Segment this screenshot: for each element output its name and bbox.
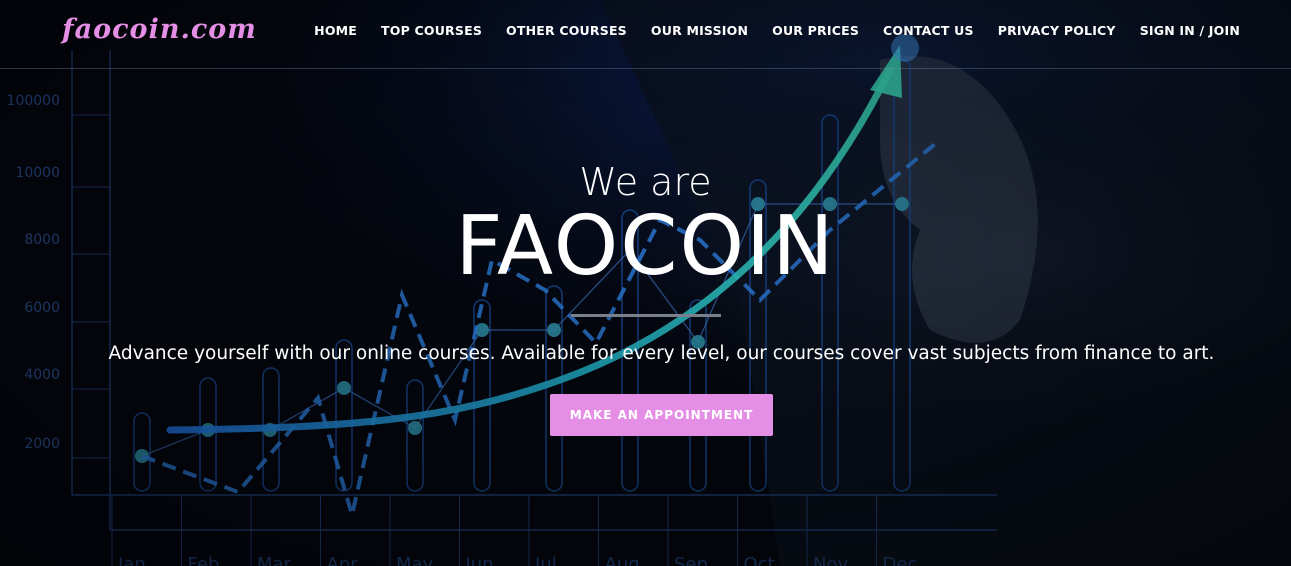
hero-section: We are FAOCOIN [0, 160, 1291, 317]
nav-privacy-policy[interactable]: PRIVACY POLICY [998, 23, 1116, 38]
hero-pre-title: We are [579, 160, 712, 204]
nav-our-prices[interactable]: OUR PRICES [772, 23, 859, 38]
nav-other-courses[interactable]: OTHER COURSES [506, 23, 627, 38]
nav-home[interactable]: HOME [314, 23, 357, 38]
site-logo[interactable]: faocoin.com [62, 14, 257, 45]
nav-sign-in-join[interactable]: SIGN IN / JOIN [1140, 23, 1240, 38]
nav-contact-us[interactable]: CONTACT US [883, 23, 974, 38]
hero-divider [570, 314, 721, 317]
make-appointment-button[interactable]: MAKE AN APPOINTMENT [550, 394, 773, 436]
hero-description: Advance yourself with our online courses… [108, 343, 1215, 364]
nav-our-mission[interactable]: OUR MISSION [651, 23, 748, 38]
main-nav: HOME TOP COURSES OTHER COURSES OUR MISSI… [314, 23, 1240, 38]
top-navigation-bar: faocoin.com HOME TOP COURSES OTHER COURS… [0, 0, 1291, 69]
nav-top-courses[interactable]: TOP COURSES [381, 23, 482, 38]
hero-title: FAOCOIN [455, 199, 836, 294]
